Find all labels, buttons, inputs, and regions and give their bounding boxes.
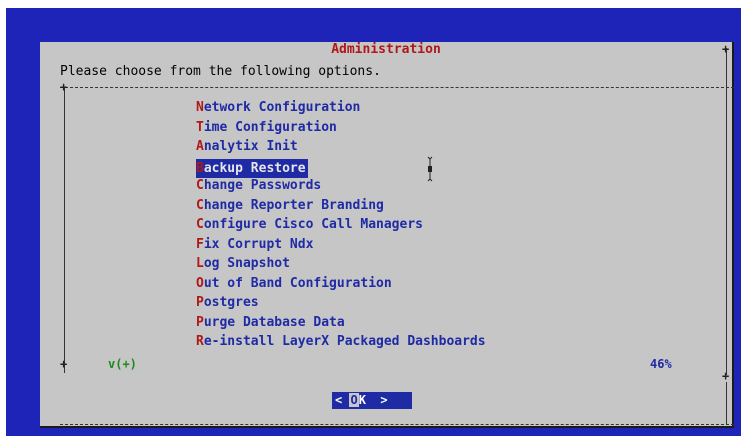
menu-item-hotkey: B xyxy=(196,160,204,176)
ok-button-label: K xyxy=(358,393,366,407)
ok-button-right: > xyxy=(365,393,388,407)
menu-item[interactable]: Out of Band Configuration xyxy=(196,274,486,294)
corner-plus: + xyxy=(722,42,730,56)
menu-item-label: hange Reporter Branding xyxy=(203,197,384,213)
corner-plus: + xyxy=(60,357,68,371)
menu-item-label: ut of Band Configuration xyxy=(203,275,392,291)
menu-left-border xyxy=(64,88,65,373)
screen: Administration Please choose from the fo… xyxy=(0,0,747,446)
scroll-indicator: v(+) xyxy=(108,357,137,371)
menu-item[interactable]: Purge Database Data xyxy=(196,313,486,333)
menu-item[interactable]: Log Snapshot xyxy=(196,254,486,274)
corner-plus: + xyxy=(60,80,68,94)
options-menu: Network Configuration Time Configuration A… xyxy=(196,98,486,352)
menu-item[interactable]: Re-install LayerX Packaged Dashboards xyxy=(196,332,486,352)
scroll-percent: 46% xyxy=(650,357,672,371)
menu-item[interactable]: Postgres xyxy=(196,293,486,313)
dialog-prompt: Please choose from the following options… xyxy=(60,64,381,79)
menu-item-hotkey: R xyxy=(196,334,204,349)
menu-item-label: hange Passwords xyxy=(203,178,322,193)
menu-item[interactable]: Change Passwords xyxy=(196,176,486,196)
menu-item[interactable]: Fix Corrupt Ndx xyxy=(196,235,486,255)
menu-item-hotkey: A xyxy=(196,139,204,154)
menu-right-border xyxy=(726,100,727,375)
menu-item-hotkey: C xyxy=(196,197,204,213)
menu-item-label: og Snapshot xyxy=(203,256,290,271)
menu-item-hotkey: L xyxy=(196,256,204,271)
menu-item-hotkey: C xyxy=(196,178,204,193)
dialog-right-border-lower xyxy=(726,382,727,424)
ok-button[interactable]: < OK > xyxy=(332,392,412,409)
menu-item-hotkey: T xyxy=(196,119,204,135)
menu-item-label: ix Corrupt Ndx xyxy=(203,236,314,252)
administration-dialog: Administration Please choose from the fo… xyxy=(40,42,734,428)
corner-plus: + xyxy=(722,369,730,383)
menu-item[interactable]: Analytix Init xyxy=(196,137,486,157)
menu-item[interactable]: Change Reporter Branding xyxy=(196,196,486,216)
menu-item-label: onfigure Cisco Call Managers xyxy=(203,217,423,232)
ok-button-hotkey: O xyxy=(349,393,359,407)
menu-top-border xyxy=(60,87,734,88)
ok-button-left: < xyxy=(335,393,350,407)
menu-item[interactable]: Configure Cisco Call Managers xyxy=(196,215,486,235)
menu-item-hotkey: O xyxy=(196,275,204,291)
menu-item[interactable]: Network Configuration xyxy=(196,98,486,118)
menu-item-hotkey: P xyxy=(196,314,204,330)
menu-item-hotkey: C xyxy=(196,217,204,232)
mouse-cursor-icon xyxy=(426,156,434,182)
menu-item-hotkey: F xyxy=(196,236,204,252)
menu-item[interactable]: Time Configuration xyxy=(196,118,486,138)
dialog-title: Administration xyxy=(331,42,441,57)
dialog-bottom-border xyxy=(60,424,734,425)
menu-item-hotkey: N xyxy=(196,100,204,115)
menu-item-label: nalytix Init xyxy=(203,139,298,154)
menu-item-label: ackup Restore xyxy=(203,160,306,176)
menu-item-label: urge Database Data xyxy=(203,314,345,330)
menu-item-label: ostgres xyxy=(203,295,259,310)
menu-item-label: etwork Configuration xyxy=(203,100,361,115)
menu-item-label: ime Configuration xyxy=(203,119,337,135)
menu-item-hotkey: P xyxy=(196,295,204,310)
menu-item-label: e-install LayerX Packaged Dashboards xyxy=(203,334,486,349)
